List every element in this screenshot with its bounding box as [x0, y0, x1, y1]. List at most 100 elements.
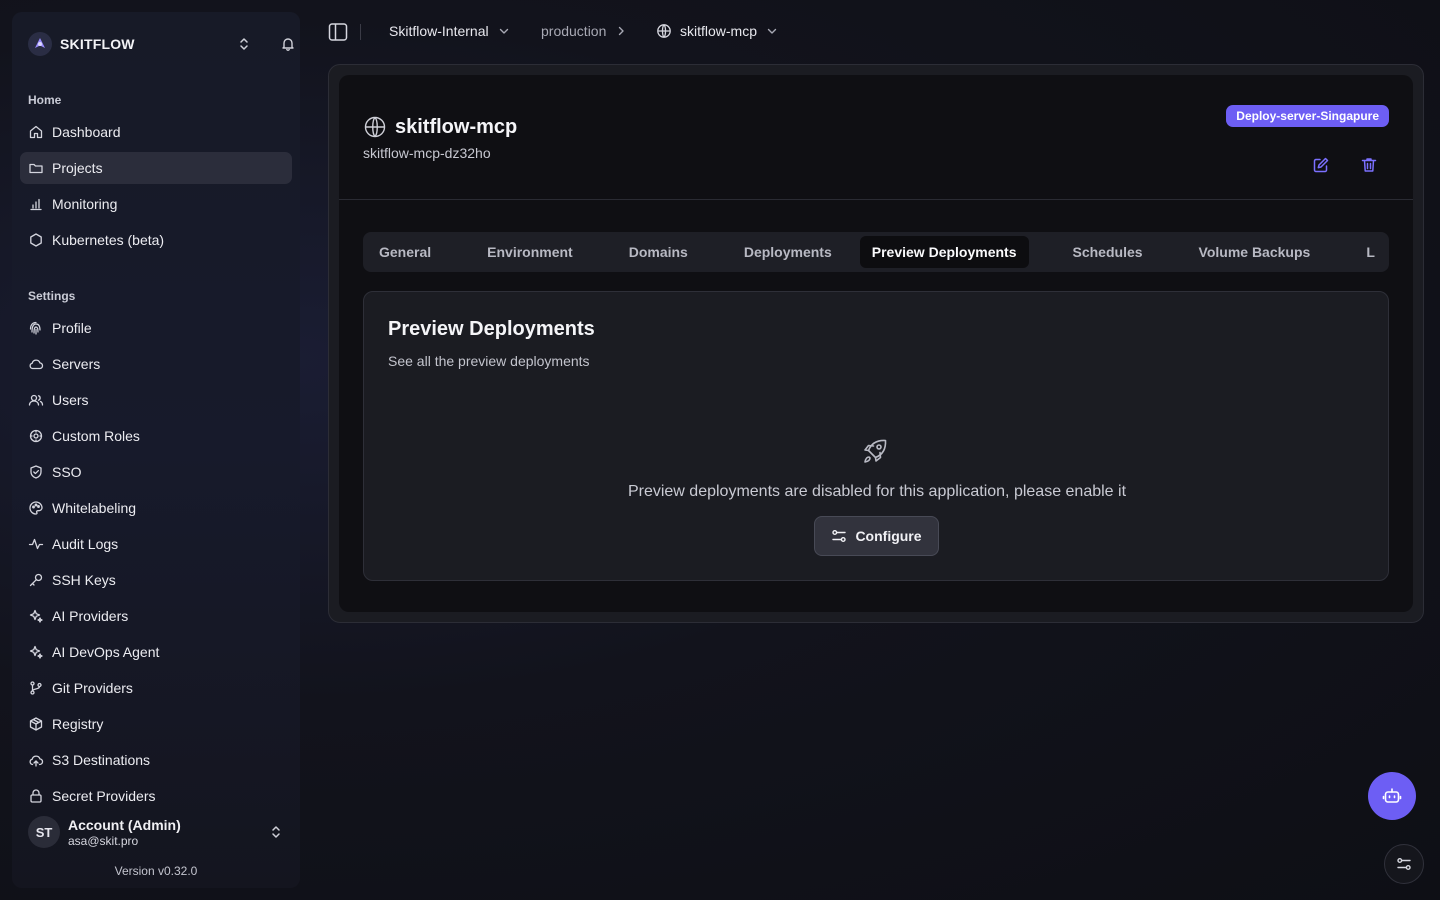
globe-icon — [656, 23, 672, 39]
section-label-settings: Settings — [28, 289, 76, 303]
sidebar-item-projects[interactable]: Projects — [20, 152, 292, 184]
breadcrumb-service[interactable]: skitflow-mcp — [656, 23, 779, 39]
shield-cog-icon — [28, 428, 44, 444]
sidebar-item-label: Secret Providers — [52, 788, 156, 804]
panel-title: Preview Deployments — [388, 318, 595, 340]
globe-icon — [363, 115, 395, 139]
sidebar-item-label: Custom Roles — [52, 428, 140, 444]
sidebar-item-label: Profile — [52, 320, 92, 336]
sidebar-item-label: Whitelabeling — [52, 500, 137, 516]
brand-logo — [28, 32, 52, 56]
sidebar-item-ai-providers[interactable]: AI Providers — [20, 600, 292, 632]
sparkles-icon — [28, 608, 44, 624]
account-name: Account (Admin) — [68, 816, 181, 833]
breadcrumb-environment[interactable]: production — [541, 23, 628, 39]
sidebar-item-sso[interactable]: SSO — [20, 456, 292, 488]
header-divider — [339, 199, 1413, 200]
configure-label: Configure — [855, 528, 922, 544]
folder-icon — [28, 160, 44, 176]
sidebar-item-dashboard[interactable]: Dashboard — [20, 116, 292, 148]
tab-logs[interactable]: L — [1350, 236, 1389, 268]
sidebar-item-label: SSO — [52, 464, 82, 480]
tab-general[interactable]: General — [363, 236, 447, 268]
service-card-outer: skitflow-mcp skitflow-mcp-dz32ho Deploy-… — [328, 64, 1424, 623]
tab-preview-deployments[interactable]: Preview Deployments — [859, 236, 1029, 268]
tab-domains[interactable]: Domains — [613, 236, 704, 268]
server-badge: Deploy-server-Singapure — [1226, 105, 1389, 127]
sidebar-item-kubernetes[interactable]: Kubernetes (beta) — [20, 224, 292, 256]
brand-header[interactable]: SKITFLOW — [28, 30, 294, 58]
sidebar-item-label: Projects — [52, 160, 103, 176]
settings-fab-button[interactable] — [1384, 844, 1424, 884]
git-branch-icon — [28, 680, 44, 696]
nav-settings: Profile Servers Users Custom Roles SSO W… — [20, 312, 292, 816]
hexagon-icon — [28, 232, 44, 248]
home-icon — [28, 124, 44, 140]
sidebar-item-servers[interactable]: Servers — [20, 348, 292, 380]
sidebar: SKITFLOW Home Dashboard Projects Monitor… — [12, 12, 300, 888]
sidebar-toggle-icon[interactable] — [328, 22, 348, 42]
sidebar-item-monitoring[interactable]: Monitoring — [20, 188, 292, 220]
sidebar-item-ai-devops-agent[interactable]: AI DevOps Agent — [20, 636, 292, 668]
tab-deployments[interactable]: Deployments — [728, 236, 848, 268]
sidebar-item-label: Monitoring — [52, 196, 118, 212]
chevrons-up-down-icon — [268, 824, 284, 840]
bell-icon[interactable] — [280, 36, 296, 52]
trash-icon[interactable] — [1359, 155, 1379, 175]
breadcrumb-environment-label: production — [541, 23, 607, 39]
chevron-down-icon — [497, 24, 511, 38]
configure-button[interactable]: Configure — [814, 516, 939, 556]
rocket-icon — [860, 436, 890, 466]
bot-icon — [1382, 786, 1402, 806]
bar-chart-icon — [28, 196, 44, 212]
breadcrumb-service-label: skitflow-mcp — [680, 23, 758, 39]
tab-volume-backups[interactable]: Volume Backups — [1183, 236, 1327, 268]
lock-icon — [28, 788, 44, 804]
tab-schedules[interactable]: Schedules — [1057, 236, 1159, 268]
shield-check-icon — [28, 464, 44, 480]
sidebar-item-s3-destinations[interactable]: S3 Destinations — [20, 744, 292, 776]
chevrons-up-down-icon[interactable] — [236, 36, 252, 52]
sidebar-item-users[interactable]: Users — [20, 384, 292, 416]
cloud-icon — [28, 356, 44, 372]
sidebar-item-profile[interactable]: Profile — [20, 312, 292, 344]
sidebar-item-label: AI Providers — [52, 608, 129, 624]
settings-scroll-area[interactable]: Profile Servers Users Custom Roles SSO W… — [12, 312, 300, 822]
chevron-down-icon — [765, 24, 779, 38]
account-email: asa@skit.pro — [68, 833, 139, 848]
sidebar-item-label: AI DevOps Agent — [52, 644, 160, 660]
service-card: skitflow-mcp skitflow-mcp-dz32ho Deploy-… — [339, 75, 1413, 612]
sidebar-item-git-providers[interactable]: Git Providers — [20, 672, 292, 704]
empty-state-message: Preview deployments are disabled for thi… — [627, 483, 1127, 500]
sidebar-item-secret-providers[interactable]: Secret Providers — [20, 780, 292, 812]
palette-icon — [28, 500, 44, 516]
sidebar-item-ssh-keys[interactable]: SSH Keys — [20, 564, 292, 596]
sidebar-item-custom-roles[interactable]: Custom Roles — [20, 420, 292, 452]
sidebar-item-label: Dashboard — [52, 124, 121, 140]
sparkles-icon — [28, 644, 44, 660]
sidebar-item-label: Audit Logs — [52, 536, 119, 552]
topbar-divider — [360, 24, 361, 40]
sidebar-item-label: SSH Keys — [52, 572, 116, 588]
app-title: skitflow-mcp — [395, 115, 518, 138]
preview-deployments-panel: Preview Deployments See all the preview … — [363, 291, 1389, 581]
package-icon — [28, 716, 44, 732]
account-switcher[interactable]: ST Account (Admin) asa@skit.pro — [28, 814, 284, 850]
sidebar-item-audit-logs[interactable]: Audit Logs — [20, 528, 292, 560]
sidebar-item-label: Users — [52, 392, 89, 408]
tab-environment[interactable]: Environment — [471, 236, 589, 268]
breadcrumb-organization-label: Skitflow-Internal — [389, 23, 489, 39]
breadcrumb-organization[interactable]: Skitflow-Internal — [389, 23, 511, 39]
topbar: Skitflow-Internal production skitflow-mc… — [328, 20, 1428, 44]
fingerprint-icon — [28, 320, 44, 336]
sliders-icon — [1396, 856, 1412, 872]
sidebar-item-registry[interactable]: Registry — [20, 708, 292, 740]
section-label-home: Home — [28, 93, 62, 107]
sidebar-item-label: Registry — [52, 716, 104, 732]
sliders-icon — [831, 528, 855, 544]
ai-assistant-button[interactable] — [1368, 772, 1416, 820]
sidebar-item-label: Servers — [52, 356, 101, 372]
panel-description: See all the preview deployments — [388, 353, 590, 369]
edit-icon[interactable] — [1311, 155, 1331, 175]
sidebar-item-whitelabeling[interactable]: Whitelabeling — [20, 492, 292, 524]
